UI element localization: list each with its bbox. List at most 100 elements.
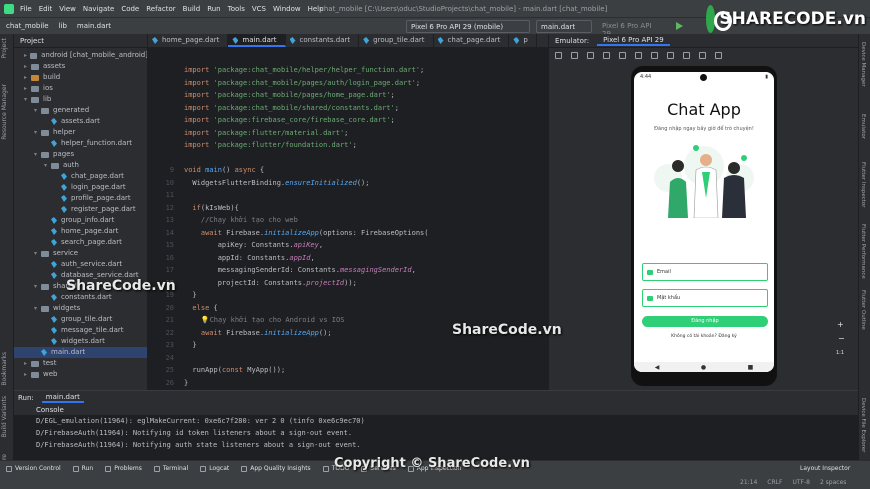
tree-item[interactable]: ▸ test [14,358,147,369]
editor-tab[interactable]: chat_page.dart [434,34,510,47]
tree-item[interactable]: widgets.dart [14,336,147,347]
chevron-right-icon[interactable]: ▸ [24,72,31,83]
nav-back-icon[interactable]: ◀ [655,364,660,371]
chevron-right-icon[interactable]: ▸ [24,369,31,380]
project-panel-title[interactable]: Project [20,37,44,45]
chevron-down-icon[interactable]: ▾ [34,303,41,314]
emulator-device-tab[interactable]: Pixel 6 Pro API 29 [597,36,670,46]
breadcrumb-project[interactable]: chat_mobile [6,22,49,30]
menu-code[interactable]: Code [121,5,139,13]
menu-navigate[interactable]: Navigate [83,5,114,13]
phone-screen[interactable]: 4:44 ▮ Chat App Đăng nhập ngay bây giờ đ… [634,72,774,372]
tree-item[interactable]: register_page.dart [14,204,147,215]
tree-item[interactable]: ▾ generated [14,105,147,116]
chevron-down-icon[interactable]: ▾ [44,160,51,171]
editor-tab[interactable]: home_page.dart [148,34,229,47]
chevron-down-icon[interactable]: ▾ [34,127,41,138]
email-field[interactable]: Email [642,263,768,281]
run-tool[interactable]: Run [72,465,93,472]
tree-item[interactable]: ▸ web [14,369,147,380]
tree-item[interactable]: assets.dart [14,116,147,127]
password-field[interactable]: Mật khẩu [642,289,768,307]
chevron-down-icon[interactable]: ▾ [34,105,41,116]
tree-item[interactable]: ▾ helper [14,127,147,138]
emulator-tool-tab[interactable]: Emulator [860,114,866,139]
flutter-performance-tool-tab[interactable]: Flutter Performance [860,224,866,279]
device-selector-secondary[interactable]: Pixel 6 Pro API 29 [598,20,662,38]
chevron-down-icon[interactable]: ▾ [34,281,41,292]
volume-up-icon[interactable] [571,51,578,59]
menu-refactor[interactable]: Refactor [146,5,175,13]
build-variants-tool-tab[interactable]: Build Variants [1,396,8,437]
tree-item[interactable]: ▸ android [chat_mobile_android] [14,50,147,61]
file-encoding[interactable]: UTF-8 [792,479,810,486]
tree-item[interactable]: search_page.dart [14,237,147,248]
device-selector[interactable]: Pixel 6 Pro API 29 (mobile) [406,20,530,33]
console-tab[interactable]: Console [36,406,64,414]
project-tool-tab[interactable]: Project [1,38,8,59]
tree-item[interactable]: ▸ assets [14,61,147,72]
snapshot-icon[interactable] [699,51,706,59]
register-link[interactable]: Không có tài khoản? Đăng ký [634,334,774,339]
editor-tab[interactable]: main.dart [228,34,286,47]
rotate-right-icon[interactable] [619,51,626,59]
run-config-tab[interactable]: main.dart [41,393,84,403]
indent-setting[interactable]: 2 spaces [820,479,846,486]
terminal-tool[interactable]: Terminal [153,465,188,472]
camera-icon[interactable] [635,51,642,59]
editor-tab[interactable]: constants.dart [286,34,360,47]
tree-item[interactable]: ▾ widgets [14,303,147,314]
menu-window[interactable]: Window [273,5,301,13]
power-icon[interactable] [555,51,562,59]
more-icon[interactable] [715,51,722,59]
overview-icon[interactable] [683,51,690,59]
flutter-inspector-tool-tab[interactable]: Flutter Inspector [860,162,866,208]
device-file-explorer-tool-tab[interactable]: Device File Explorer [860,398,866,452]
tree-item[interactable]: group_info.dart [14,215,147,226]
tree-item[interactable]: helper_function.dart [14,138,147,149]
breadcrumb-lib[interactable]: lib [59,22,67,30]
app-quality-tool[interactable]: App Quality Insights [241,465,311,472]
tree-item[interactable]: login_page.dart [14,182,147,193]
device-manager-tool-tab[interactable]: Device Manager [860,42,866,87]
home-icon[interactable] [667,51,674,59]
tree-item[interactable]: ▾ pages [14,149,147,160]
nav-home-icon[interactable]: ● [701,364,706,371]
tree-item[interactable]: chat_page.dart [14,171,147,182]
version-control-tool[interactable]: Version Control [6,465,61,472]
bookmarks-tool-tab[interactable]: Bookmarks [1,352,8,386]
tree-item[interactable]: ▸ ios [14,83,147,94]
breadcrumb-file[interactable]: main.dart [77,22,111,30]
chevron-right-icon[interactable]: ▸ [24,83,31,94]
chevron-down-icon[interactable]: ▾ [34,149,41,160]
tree-item[interactable]: main.dart [14,347,147,358]
back-icon[interactable] [651,51,658,59]
tree-item[interactable]: ▾ service [14,248,147,259]
rotate-left-icon[interactable] [603,51,610,59]
tree-item[interactable]: ▾ auth [14,160,147,171]
editor-tab[interactable]: group_tile.dart [359,34,434,47]
tree-item[interactable]: home_page.dart [14,226,147,237]
zoom-in-icon[interactable]: + [837,320,844,329]
cursor-position[interactable]: 21:14 [740,479,757,486]
tree-item[interactable]: ▸ build [14,72,147,83]
chevron-down-icon[interactable]: ▾ [24,94,31,105]
menu-view[interactable]: View [59,5,76,13]
flutter-outline-tool-tab[interactable]: Flutter Outline [860,290,866,330]
line-separator[interactable]: CRLF [767,479,782,486]
tree-item[interactable]: profile_page.dart [14,193,147,204]
chevron-right-icon[interactable]: ▸ [24,358,31,369]
tree-item[interactable]: auth_service.dart [14,259,147,270]
run-play-icon[interactable] [676,22,683,30]
zoom-reset-label[interactable]: 1:1 [836,350,844,356]
login-button[interactable]: Đăng nhập [642,316,768,327]
logcat-tool[interactable]: Logcat [200,465,229,472]
tree-item[interactable]: ▾ lib [14,94,147,105]
menu-build[interactable]: Build [183,5,201,13]
run-config-selector[interactable]: main.dart [536,20,592,33]
volume-down-icon[interactable] [587,51,594,59]
tree-item[interactable]: group_tile.dart [14,314,147,325]
resource-manager-tool-tab[interactable]: Resource Manager [1,84,8,140]
menu-file[interactable]: File [20,5,32,13]
zoom-out-icon[interactable]: − [838,334,845,343]
